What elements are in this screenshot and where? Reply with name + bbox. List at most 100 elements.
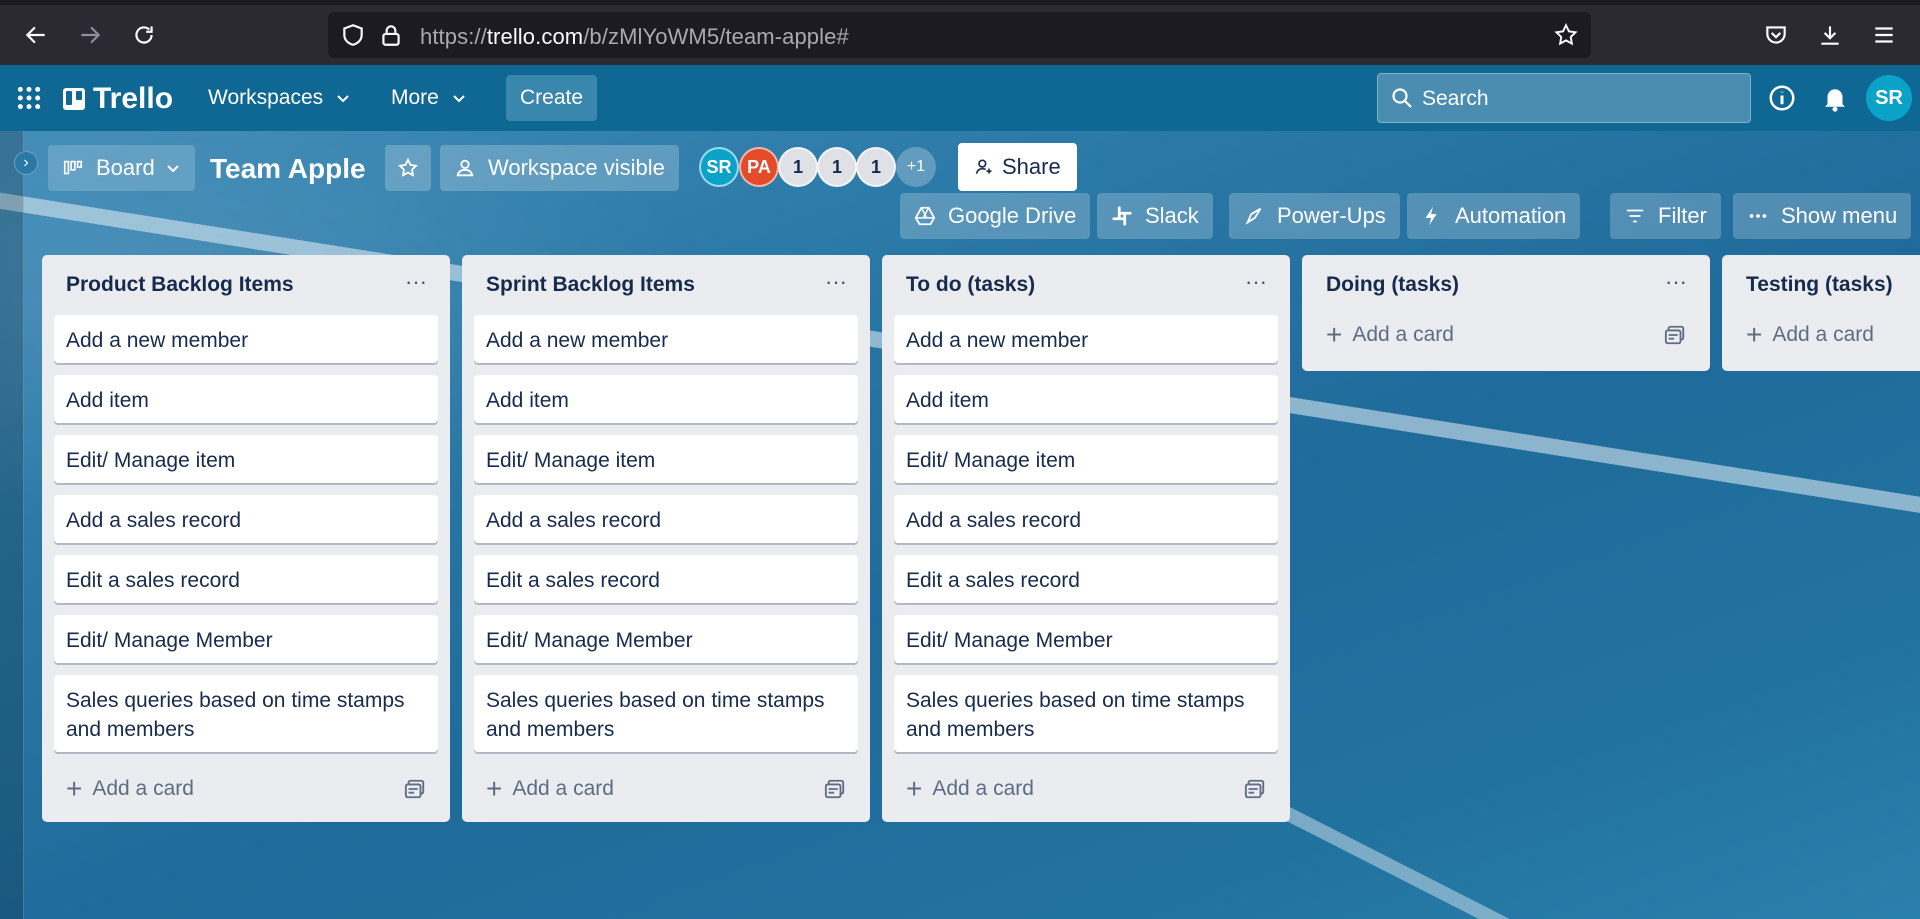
pocket-icon[interactable] <box>1760 19 1792 51</box>
google-drive-label: Google Drive <box>948 203 1077 228</box>
url-bar[interactable]: https://trello.com/b/zMlYoWM5/team-apple… <box>328 12 1591 58</box>
workspaces-menu[interactable]: Workspaces <box>194 75 365 121</box>
add-card-button[interactable]: + Add a card <box>1326 317 1454 353</box>
list-testing-tasks: Testing (tasks) + Add a card <box>1722 255 1920 371</box>
visibility-button[interactable]: Workspace visible <box>440 145 679 191</box>
card[interactable]: Edit/ Manage item <box>894 435 1278 483</box>
more-members-button[interactable]: +1 <box>896 147 936 187</box>
board-title[interactable]: Team Apple <box>210 153 366 185</box>
card[interactable]: Sales queries based on time stamps and m… <box>894 675 1278 752</box>
board-view-switcher[interactable]: Board <box>48 145 195 191</box>
card[interactable]: Add a sales record <box>894 495 1278 543</box>
google-drive-button[interactable]: Google Drive <box>900 193 1091 239</box>
member-avatar[interactable]: 1 <box>817 147 857 187</box>
member-avatar[interactable]: 1 <box>856 147 896 187</box>
card[interactable]: Add a new member <box>474 315 858 363</box>
filter-icon <box>1626 209 1644 223</box>
app-switcher-icon[interactable] <box>16 85 42 111</box>
card[interactable]: Edit/ Manage item <box>54 435 438 483</box>
card[interactable]: Add item <box>894 375 1278 423</box>
add-card-button[interactable]: + Add a card <box>1746 317 1874 353</box>
url-host: trello.com <box>486 24 584 49</box>
card[interactable]: Add a new member <box>54 315 438 363</box>
chevron-down-icon <box>167 165 179 173</box>
card-template-icon[interactable] <box>824 778 846 800</box>
member-initials: SR <box>706 156 732 177</box>
card[interactable]: Add a sales record <box>54 495 438 543</box>
trello-logo[interactable]: Trello <box>62 79 173 119</box>
card-template-icon[interactable] <box>1244 778 1266 800</box>
show-menu-button[interactable]: Show menu <box>1733 193 1912 239</box>
url-text: https://trello.com/b/zMlYoWM5/team-apple… <box>420 24 849 50</box>
card[interactable]: Edit/ Manage Member <box>474 615 858 663</box>
list-menu-ellipsis-icon[interactable]: ··· <box>1660 269 1692 297</box>
board-view-label: Board <box>96 155 155 180</box>
card[interactable]: Edit a sales record <box>894 555 1278 603</box>
list-title[interactable]: To do (tasks) <box>906 273 1035 297</box>
card[interactable]: Edit/ Manage Member <box>54 615 438 663</box>
chevron-down-icon <box>337 95 349 103</box>
card[interactable]: Edit/ Manage Member <box>894 615 1278 663</box>
bookmark-star-icon[interactable] <box>1553 22 1579 48</box>
list-title[interactable]: Product Backlog Items <box>66 273 294 297</box>
card[interactable]: Edit a sales record <box>474 555 858 603</box>
card-template-icon[interactable] <box>1664 324 1686 346</box>
list-title[interactable]: Testing (tasks) <box>1746 273 1893 297</box>
forward-icon[interactable] <box>74 19 106 51</box>
create-button[interactable]: Create <box>506 75 598 121</box>
lightning-icon <box>1425 206 1437 226</box>
add-card-button[interactable]: + Add a card <box>66 771 194 807</box>
url-scheme: https:// <box>420 24 487 49</box>
lock-icon[interactable] <box>378 22 404 48</box>
card[interactable]: Sales queries based on time stamps and m… <box>54 675 438 752</box>
user-avatar[interactable]: SR <box>1866 75 1912 121</box>
add-card-label: Add a card <box>512 777 614 800</box>
share-button[interactable]: Share <box>958 143 1077 191</box>
google-drive-icon <box>914 206 936 226</box>
download-icon[interactable] <box>1814 19 1846 51</box>
add-card-button[interactable]: + Add a card <box>906 771 1034 807</box>
member-initials: PA <box>747 156 771 177</box>
card[interactable]: Add item <box>54 375 438 423</box>
star-icon <box>397 157 419 177</box>
add-card-button[interactable]: + Add a card <box>486 771 614 807</box>
info-icon[interactable] <box>1767 83 1797 113</box>
list-menu-ellipsis-icon[interactable]: ··· <box>400 269 432 297</box>
card[interactable]: Sales queries based on time stamps and m… <box>474 675 858 752</box>
notifications-bell-icon[interactable] <box>1820 83 1850 113</box>
list-title[interactable]: Doing (tasks) <box>1326 273 1459 297</box>
url-path: /b/zMlYoWM5/team-apple# <box>583 24 849 49</box>
member-avatar-sr[interactable]: SR <box>699 147 739 187</box>
reload-icon[interactable] <box>128 19 160 51</box>
power-ups-label: Power-Ups <box>1277 203 1386 228</box>
slack-icon <box>1112 206 1132 226</box>
shield-icon[interactable] <box>340 22 366 48</box>
card[interactable]: Add item <box>474 375 858 423</box>
automation-button[interactable]: Automation <box>1407 193 1581 239</box>
slack-button[interactable]: Slack <box>1097 193 1213 239</box>
more-menu[interactable]: More <box>377 75 481 121</box>
visibility-label: Workspace visible <box>488 155 665 180</box>
menu-icon[interactable] <box>1868 19 1900 51</box>
card[interactable]: Edit a sales record <box>54 555 438 603</box>
card[interactable]: Edit/ Manage item <box>474 435 858 483</box>
list-menu-ellipsis-icon[interactable]: ··· <box>1240 269 1272 297</box>
filter-button[interactable]: Filter <box>1610 193 1721 239</box>
member-avatar[interactable]: 1 <box>778 147 818 187</box>
card[interactable]: Add a new member <box>894 315 1278 363</box>
power-ups-button[interactable]: Power-Ups <box>1229 193 1400 239</box>
card-template-icon[interactable] <box>404 778 426 800</box>
add-card-label: Add a card <box>1352 323 1454 346</box>
list-title[interactable]: Sprint Backlog Items <box>486 273 695 297</box>
card[interactable]: Add a sales record <box>474 495 858 543</box>
plus-icon: + <box>1326 319 1343 350</box>
more-members-count: +1 <box>906 158 926 175</box>
plus-icon: + <box>486 773 503 804</box>
member-initials: 1 <box>831 156 842 177</box>
back-icon[interactable] <box>20 19 52 51</box>
list-menu-ellipsis-icon[interactable]: ··· <box>820 269 852 297</box>
sidebar-expand-chevron-icon[interactable]: › <box>14 151 38 175</box>
search-input[interactable]: Search <box>1377 73 1751 123</box>
star-board-button[interactable] <box>385 145 431 191</box>
member-avatar-pa[interactable]: PA <box>739 147 779 187</box>
